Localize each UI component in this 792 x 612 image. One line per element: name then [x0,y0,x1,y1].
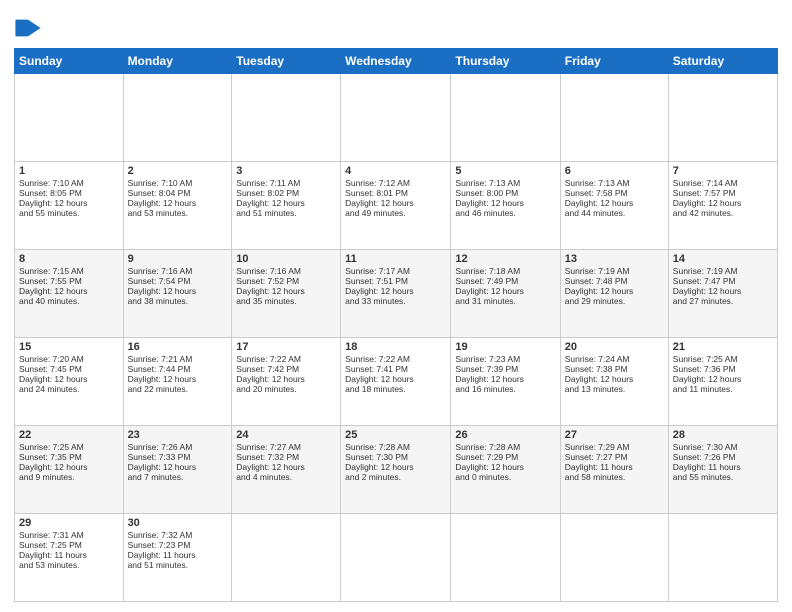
calendar-cell: 18Sunrise: 7:22 AMSunset: 7:41 PMDayligh… [341,338,451,426]
calendar-cell: 8Sunrise: 7:15 AMSunset: 7:55 PMDaylight… [15,250,124,338]
calendar-cell: 11Sunrise: 7:17 AMSunset: 7:51 PMDayligh… [341,250,451,338]
week-row-0 [15,74,778,162]
calendar-cell: 2Sunrise: 7:10 AMSunset: 8:04 PMDaylight… [123,162,232,250]
day-number: 12 [455,253,555,265]
week-row-2: 8Sunrise: 7:15 AMSunset: 7:55 PMDaylight… [15,250,778,338]
day-number: 4 [345,165,446,177]
calendar-cell: 15Sunrise: 7:20 AMSunset: 7:45 PMDayligh… [15,338,124,426]
week-row-3: 15Sunrise: 7:20 AMSunset: 7:45 PMDayligh… [15,338,778,426]
day-number: 24 [236,429,336,441]
day-number: 23 [128,429,228,441]
col-saturday: Saturday [668,49,777,74]
day-number: 18 [345,341,446,353]
calendar-cell: 12Sunrise: 7:18 AMSunset: 7:49 PMDayligh… [451,250,560,338]
calendar-cell: 21Sunrise: 7:25 AMSunset: 7:36 PMDayligh… [668,338,777,426]
calendar-cell: 16Sunrise: 7:21 AMSunset: 7:44 PMDayligh… [123,338,232,426]
calendar-cell: 9Sunrise: 7:16 AMSunset: 7:54 PMDaylight… [123,250,232,338]
calendar-cell [341,514,451,602]
calendar-cell [451,74,560,162]
day-number: 6 [565,165,664,177]
calendar-cell [668,74,777,162]
calendar-cell: 22Sunrise: 7:25 AMSunset: 7:35 PMDayligh… [15,426,124,514]
calendar-cell [668,514,777,602]
day-number: 25 [345,429,446,441]
day-number: 15 [19,341,119,353]
day-number: 27 [565,429,664,441]
day-number: 29 [19,517,119,529]
calendar-cell: 23Sunrise: 7:26 AMSunset: 7:33 PMDayligh… [123,426,232,514]
day-number: 19 [455,341,555,353]
calendar-cell: 19Sunrise: 7:23 AMSunset: 7:39 PMDayligh… [451,338,560,426]
col-monday: Monday [123,49,232,74]
day-number: 8 [19,253,119,265]
logo [14,14,46,42]
calendar-table: Sunday Monday Tuesday Wednesday Thursday… [14,48,778,602]
calendar-cell: 7Sunrise: 7:14 AMSunset: 7:57 PMDaylight… [668,162,777,250]
calendar-cell: 20Sunrise: 7:24 AMSunset: 7:38 PMDayligh… [560,338,668,426]
day-number: 7 [673,165,773,177]
calendar-cell: 24Sunrise: 7:27 AMSunset: 7:32 PMDayligh… [232,426,341,514]
calendar-cell [451,514,560,602]
header [14,10,778,42]
col-wednesday: Wednesday [341,49,451,74]
day-number: 3 [236,165,336,177]
calendar-cell [560,74,668,162]
calendar-cell: 3Sunrise: 7:11 AMSunset: 8:02 PMDaylight… [232,162,341,250]
calendar-cell: 5Sunrise: 7:13 AMSunset: 8:00 PMDaylight… [451,162,560,250]
col-thursday: Thursday [451,49,560,74]
day-number: 5 [455,165,555,177]
calendar-cell [232,74,341,162]
week-row-4: 22Sunrise: 7:25 AMSunset: 7:35 PMDayligh… [15,426,778,514]
day-number: 10 [236,253,336,265]
calendar-cell: 29Sunrise: 7:31 AMSunset: 7:25 PMDayligh… [15,514,124,602]
day-number: 9 [128,253,228,265]
col-friday: Friday [560,49,668,74]
day-number: 20 [565,341,664,353]
calendar-cell: 27Sunrise: 7:29 AMSunset: 7:27 PMDayligh… [560,426,668,514]
calendar-cell: 1Sunrise: 7:10 AMSunset: 8:05 PMDaylight… [15,162,124,250]
main-container: Sunday Monday Tuesday Wednesday Thursday… [0,0,792,612]
calendar-cell [341,74,451,162]
calendar-cell: 13Sunrise: 7:19 AMSunset: 7:48 PMDayligh… [560,250,668,338]
day-number: 2 [128,165,228,177]
week-row-1: 1Sunrise: 7:10 AMSunset: 8:05 PMDaylight… [15,162,778,250]
day-number: 26 [455,429,555,441]
day-number: 28 [673,429,773,441]
day-number: 11 [345,253,446,265]
header-row: Sunday Monday Tuesday Wednesday Thursday… [15,49,778,74]
col-sunday: Sunday [15,49,124,74]
calendar-cell: 14Sunrise: 7:19 AMSunset: 7:47 PMDayligh… [668,250,777,338]
calendar-cell [232,514,341,602]
day-number: 17 [236,341,336,353]
calendar-cell [123,74,232,162]
calendar-cell: 4Sunrise: 7:12 AMSunset: 8:01 PMDaylight… [341,162,451,250]
calendar-cell: 26Sunrise: 7:28 AMSunset: 7:29 PMDayligh… [451,426,560,514]
calendar-cell: 10Sunrise: 7:16 AMSunset: 7:52 PMDayligh… [232,250,341,338]
calendar-cell: 17Sunrise: 7:22 AMSunset: 7:42 PMDayligh… [232,338,341,426]
col-tuesday: Tuesday [232,49,341,74]
day-number: 16 [128,341,228,353]
day-number: 22 [19,429,119,441]
week-row-5: 29Sunrise: 7:31 AMSunset: 7:25 PMDayligh… [15,514,778,602]
calendar-cell: 6Sunrise: 7:13 AMSunset: 7:58 PMDaylight… [560,162,668,250]
day-number: 14 [673,253,773,265]
logo-icon [14,14,42,42]
day-number: 30 [128,517,228,529]
day-number: 1 [19,165,119,177]
calendar-cell: 30Sunrise: 7:32 AMSunset: 7:23 PMDayligh… [123,514,232,602]
calendar-cell: 28Sunrise: 7:30 AMSunset: 7:26 PMDayligh… [668,426,777,514]
day-number: 13 [565,253,664,265]
calendar-cell [560,514,668,602]
calendar-cell [15,74,124,162]
day-number: 21 [673,341,773,353]
calendar-cell: 25Sunrise: 7:28 AMSunset: 7:30 PMDayligh… [341,426,451,514]
